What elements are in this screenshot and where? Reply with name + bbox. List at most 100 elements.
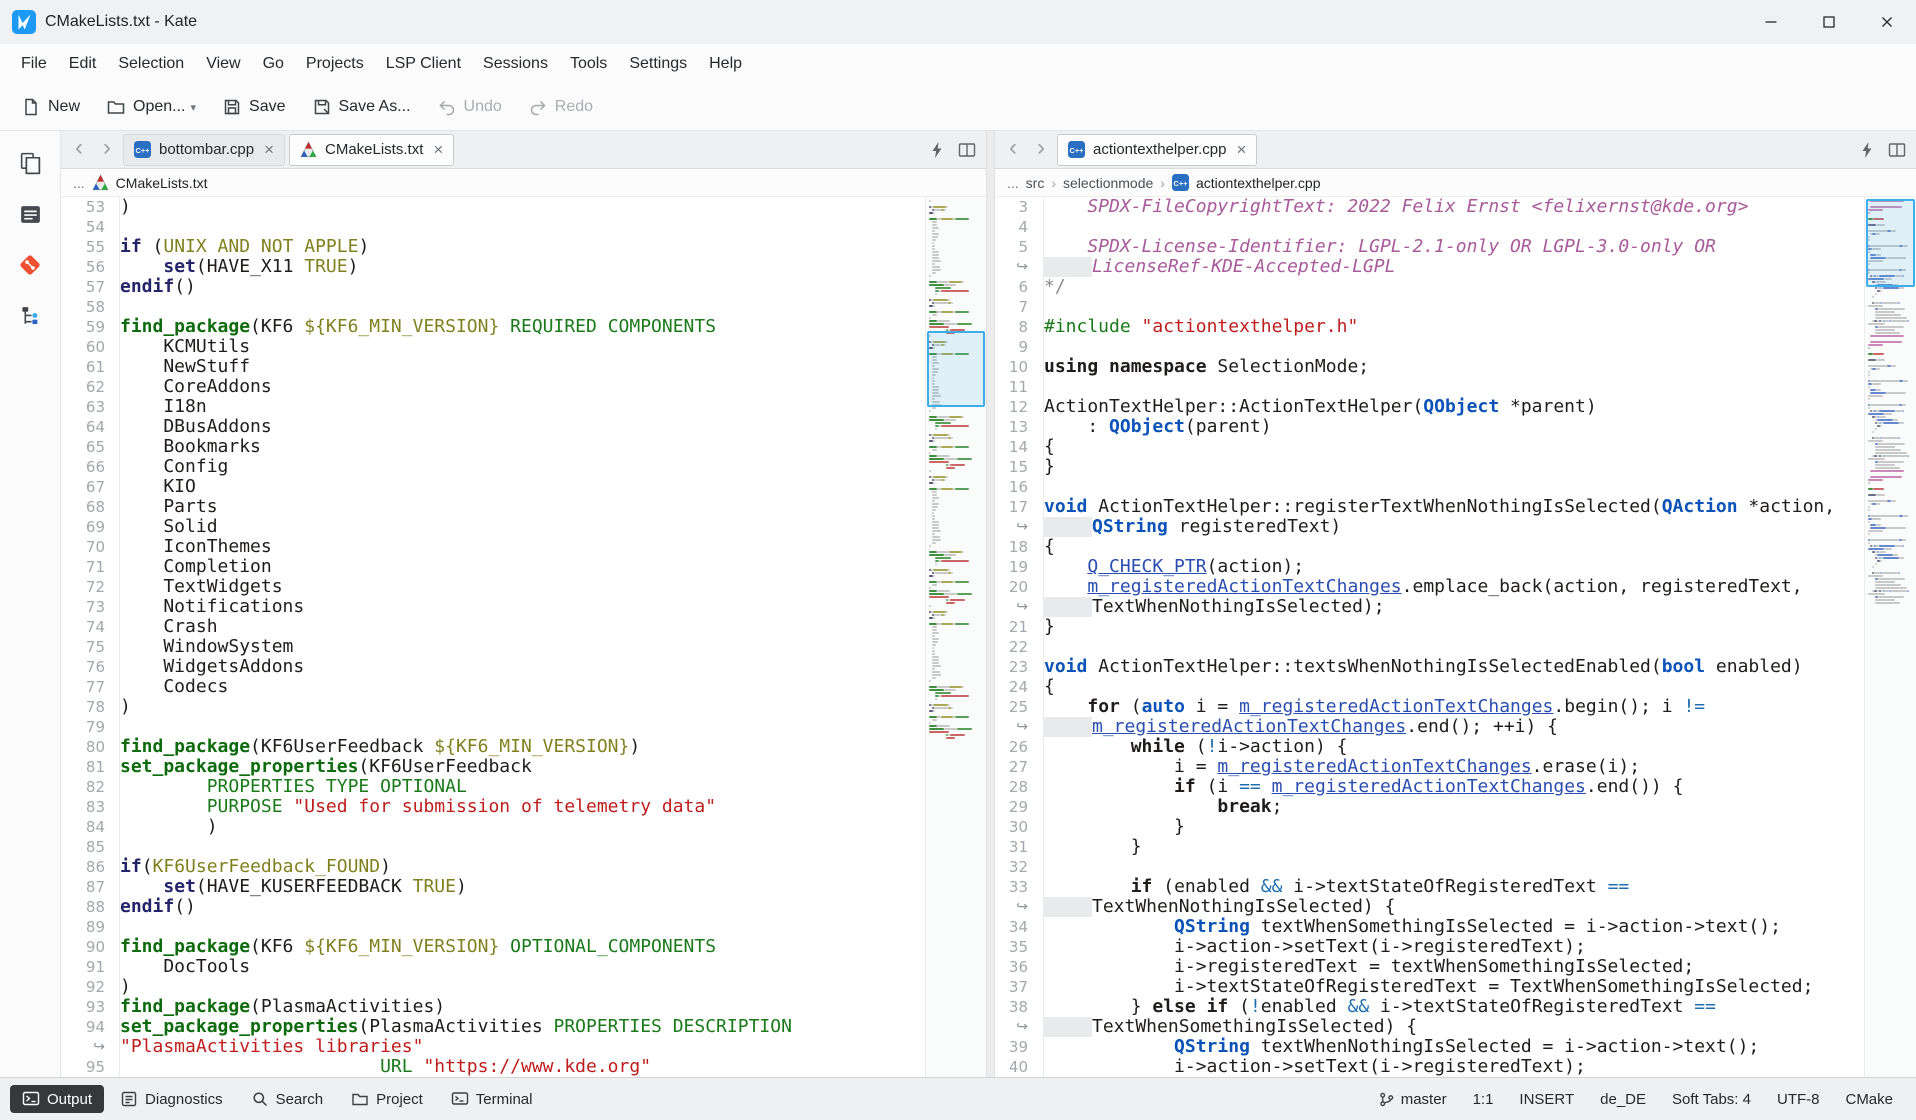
code-text: i->action->setText(i->registeredText); <box>1042 937 1870 957</box>
line-number: 68 <box>61 497 118 517</box>
minimap-line <box>929 674 983 676</box>
status-de-de[interactable]: de_DE <box>1587 1086 1659 1113</box>
split-view-icon[interactable] <box>952 131 982 168</box>
open-button[interactable]: Open...▾ <box>95 91 207 123</box>
code-line: 26 while (!i->action) { <box>995 737 1870 757</box>
pane-splitter[interactable] <box>986 131 995 1077</box>
history-back-button[interactable]: ‹ <box>65 130 93 170</box>
code-rows: 53)5455if (UNIX AND NOT APPLE)56 set(HAV… <box>61 197 931 1077</box>
menu-tools[interactable]: Tools <box>559 47 618 81</box>
tab-actiontexthelper-cpp[interactable]: C++ actiontexthelper.cpp × <box>1057 134 1257 166</box>
main-area: ‹›C++bottombar.cpp×CMakeLists.txt×...CMa… <box>0 131 1916 1077</box>
minimap-line <box>1868 374 1913 376</box>
code-text: I18n <box>118 397 931 417</box>
status-utf-8[interactable]: UTF-8 <box>1764 1086 1833 1113</box>
menu-settings[interactable]: Settings <box>618 47 698 81</box>
cpp-icon: C++ <box>1068 141 1085 158</box>
history-forward-button[interactable]: › <box>93 130 121 170</box>
line-number: 74 <box>61 617 118 637</box>
breadcrumb-item[interactable]: actiontexthelper.cpp <box>1196 175 1321 191</box>
code-line: 55if (UNIX AND NOT APPLE) <box>61 237 931 257</box>
minimap-line <box>929 248 983 250</box>
minimap-line <box>1868 581 1913 583</box>
tool-documents-button[interactable] <box>12 145 48 181</box>
menu-view[interactable]: View <box>195 47 251 81</box>
minimap-scrollbar[interactable] <box>1864 197 1916 1077</box>
status-soft-tabs-4[interactable]: Soft Tabs: 4 <box>1659 1086 1764 1113</box>
close-button[interactable] <box>1858 0 1916 44</box>
tool-filesystem-button[interactable] <box>12 196 48 232</box>
line-number: 67 <box>61 477 118 497</box>
line-number: 12 <box>995 397 1042 417</box>
minimap-line <box>1868 491 1913 493</box>
breadcrumb-overflow-button[interactable]: ... <box>1007 175 1019 191</box>
minimap-line <box>1868 407 1913 409</box>
menu-help[interactable]: Help <box>698 47 753 81</box>
split-view-icon[interactable] <box>1882 131 1912 168</box>
panel-output-button[interactable]: Output <box>10 1085 104 1113</box>
menu-projects[interactable]: Projects <box>295 47 375 81</box>
code-text: ) <box>118 817 931 837</box>
tab-label: actiontexthelper.cpp <box>1093 141 1226 158</box>
minimap-line <box>929 446 983 448</box>
save-button[interactable]: Save <box>211 91 296 123</box>
undo-button[interactable]: Undo <box>426 91 513 123</box>
quick-open-icon[interactable] <box>1852 131 1882 168</box>
tool-symbols-button[interactable] <box>12 298 48 334</box>
history-forward-button[interactable]: › <box>1027 130 1055 170</box>
minimap-scrollbar[interactable] <box>925 197 986 1077</box>
minimize-button[interactable] <box>1742 0 1800 44</box>
menu-file[interactable]: File <box>10 47 58 81</box>
history-back-button[interactable]: ‹ <box>999 130 1027 170</box>
minimap-line <box>1868 311 1913 313</box>
tool-git-button[interactable] <box>12 247 48 283</box>
panel-search-button[interactable]: Search <box>239 1085 336 1113</box>
status-insert[interactable]: INSERT <box>1506 1086 1587 1113</box>
code-text: KIO <box>118 477 931 497</box>
panel-project-button[interactable]: Project <box>339 1085 435 1113</box>
panel-label: Project <box>376 1091 423 1108</box>
save-as-button[interactable]: Save As... <box>301 91 422 123</box>
editor-view-right[interactable]: 3 SPDX-FileCopyrightText: 2022 Felix Ern… <box>995 197 1916 1077</box>
minimap-line <box>1868 557 1913 559</box>
status-master[interactable]: master <box>1365 1086 1460 1113</box>
line-number: 71 <box>61 557 118 577</box>
minimap-line <box>929 647 983 649</box>
minimap-line <box>929 485 983 487</box>
redo-button[interactable]: Redo <box>517 91 604 123</box>
menu-sessions[interactable]: Sessions <box>472 47 559 81</box>
panel-terminal-button[interactable]: Terminal <box>439 1085 545 1113</box>
editor-view-left[interactable]: 53)5455if (UNIX AND NOT APPLE)56 set(HAV… <box>61 197 986 1077</box>
tab-close-icon[interactable]: × <box>1234 141 1246 158</box>
tab-bottombar-cpp[interactable]: C++bottombar.cpp× <box>123 134 285 166</box>
code-line: ↪LicenseRef-KDE-Accepted-LGPL <box>995 257 1870 277</box>
breadcrumb-item[interactable]: CMakeLists.txt <box>116 175 208 191</box>
status-cmake[interactable]: CMake <box>1832 1086 1906 1113</box>
line-number: 17 <box>995 497 1042 517</box>
tab-close-icon[interactable]: × <box>262 141 274 158</box>
gutter-separator <box>119 197 120 1077</box>
minimap-line <box>929 692 983 694</box>
minimap-line <box>1868 533 1913 535</box>
menu-selection[interactable]: Selection <box>107 47 195 81</box>
tab-cmakelists-txt[interactable]: CMakeLists.txt× <box>289 134 454 166</box>
minimap-viewport[interactable] <box>1866 199 1915 287</box>
code-line: 29 break; <box>995 797 1870 817</box>
code-text: find_package(KF6 ${KF6_MIN_VERSION} REQU… <box>118 317 931 337</box>
breadcrumb-item[interactable]: selectionmode <box>1063 175 1153 191</box>
panel-diagnostics-button[interactable]: Diagnostics <box>108 1085 235 1113</box>
maximize-button[interactable] <box>1800 0 1858 44</box>
breadcrumb-item[interactable]: src <box>1026 175 1045 191</box>
menu-edit[interactable]: Edit <box>58 47 108 81</box>
quick-open-icon[interactable] <box>922 131 952 168</box>
tab-close-icon[interactable]: × <box>431 141 443 158</box>
new-button[interactable]: New <box>10 91 91 123</box>
code-text: { <box>1042 437 1870 457</box>
status-1-1[interactable]: 1:1 <box>1460 1086 1507 1113</box>
minimap-line <box>929 596 983 598</box>
menu-lsp-client[interactable]: LSP Client <box>375 47 472 81</box>
breadcrumb-overflow-button[interactable]: ... <box>73 175 85 191</box>
minimap-viewport[interactable] <box>927 331 985 407</box>
menu-go[interactable]: Go <box>252 47 295 81</box>
code-line: 12ActionTextHelper::ActionTextHelper(QOb… <box>995 397 1870 417</box>
